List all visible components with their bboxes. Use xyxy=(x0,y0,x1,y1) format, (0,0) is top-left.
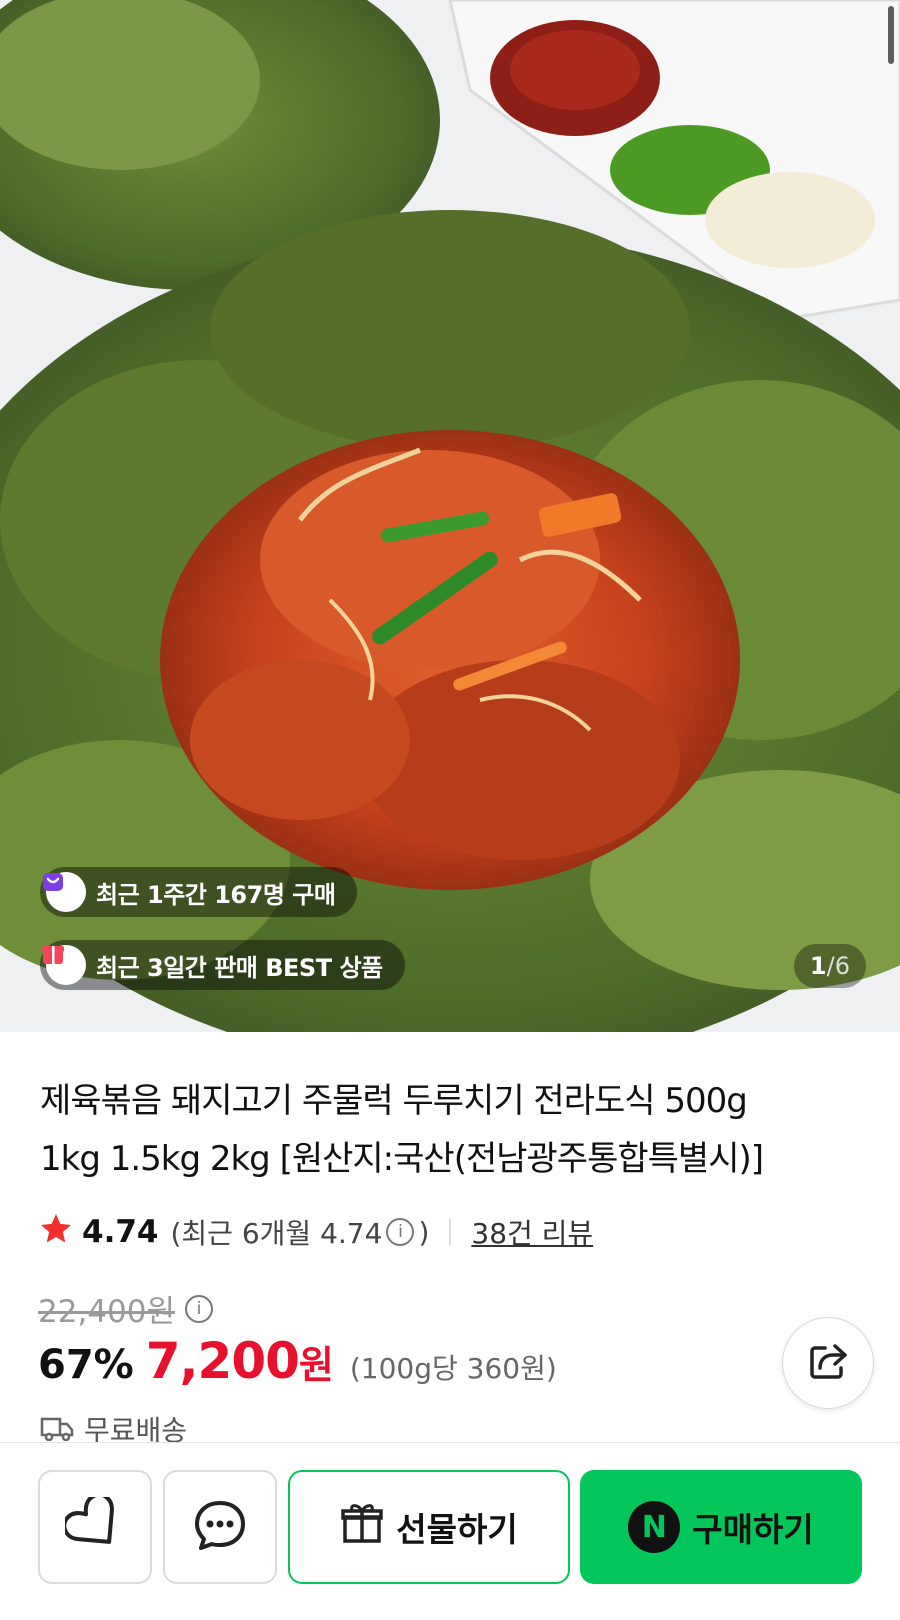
shopping-bag-icon xyxy=(43,872,86,912)
truck-icon xyxy=(40,1414,74,1444)
gift-button-label: 선물하기 xyxy=(396,1510,518,1549)
rating-row: 4.74 (최근 6개월 4.74 i ) 38건 리뷰 xyxy=(38,1210,593,1254)
info-icon[interactable]: i xyxy=(386,1218,415,1246)
image-counter-separator: / xyxy=(826,952,835,980)
sale-price-currency: 원 xyxy=(298,1343,334,1387)
rating-score: 4.74 xyxy=(82,1214,159,1250)
product-title-line-1: 제육볶음 돼지고기 주물럭 두루치기 전라도식 500g xyxy=(40,1081,748,1121)
image-counter-total: 6 xyxy=(834,952,850,980)
shipping-label: 무료배송 xyxy=(84,1414,188,1444)
recent-rating-text: (최근 6개월 4.74 xyxy=(170,1217,383,1250)
gift-button[interactable]: 선물하기 xyxy=(288,1470,570,1584)
talk-button[interactable] xyxy=(163,1470,277,1584)
best-seller-text: 최근 3일간 판매 BEST 상품 xyxy=(96,953,383,982)
reviews-link[interactable]: 38건 리뷰 xyxy=(471,1212,593,1252)
product-image[interactable]: 최근 1주간 167명 구매 최근 3일간 판매 BEST 상품 1 / 6 xyxy=(0,0,900,1032)
product-title-line-2: 1kg 1.5kg 2kg [원산지:국산(전남광주통합특별시)] xyxy=(40,1139,764,1179)
share-icon xyxy=(805,1338,851,1388)
chat-icon xyxy=(192,1497,248,1557)
product-title: 제육볶음 돼지고기 주물럭 두루치기 전라도식 500g 1kg 1.5kg 2… xyxy=(40,1072,840,1188)
buy-button[interactable]: N 구매하기 xyxy=(580,1470,862,1584)
scrollbar[interactable] xyxy=(888,6,894,64)
discount-rate: 67% xyxy=(38,1342,134,1388)
recent-rating: (최근 6개월 4.74 i ) xyxy=(171,1212,430,1252)
star-icon xyxy=(38,1211,74,1254)
naver-pay-icon: N xyxy=(628,1501,681,1553)
like-button[interactable] xyxy=(38,1470,152,1584)
best-seller-badge: 최근 3일간 판매 BEST 상품 xyxy=(40,940,405,990)
unit-price: (100g당 360원) xyxy=(349,1352,557,1385)
gift-box-icon xyxy=(42,945,86,985)
gift-icon xyxy=(340,1501,384,1553)
image-counter: 1 / 6 xyxy=(793,944,866,988)
image-counter-current: 1 xyxy=(809,952,827,980)
divider xyxy=(449,1219,452,1245)
recent-rating-close: ) xyxy=(418,1215,430,1249)
share-button[interactable] xyxy=(782,1317,874,1409)
recent-buyers-text: 최근 1주간 167명 구매 xyxy=(96,880,336,909)
price-info-icon[interactable]: i xyxy=(185,1294,213,1323)
recent-buyers-badge: 최근 1주간 167명 구매 xyxy=(40,867,358,917)
buy-button-label: 구매하기 xyxy=(692,1510,814,1549)
shipping-row: 무료배송 xyxy=(40,1414,187,1444)
sale-price: 7,200 xyxy=(145,1332,300,1390)
bottom-action-bar: 선물하기 N 구매하기 xyxy=(0,1442,900,1620)
heart-icon xyxy=(62,1492,125,1557)
original-price-row: 22,400원 i xyxy=(38,1286,215,1331)
sale-price-row: 67% 7,200 원 (100g당 360원) xyxy=(38,1332,557,1390)
original-price: 22,400원 xyxy=(38,1294,175,1330)
